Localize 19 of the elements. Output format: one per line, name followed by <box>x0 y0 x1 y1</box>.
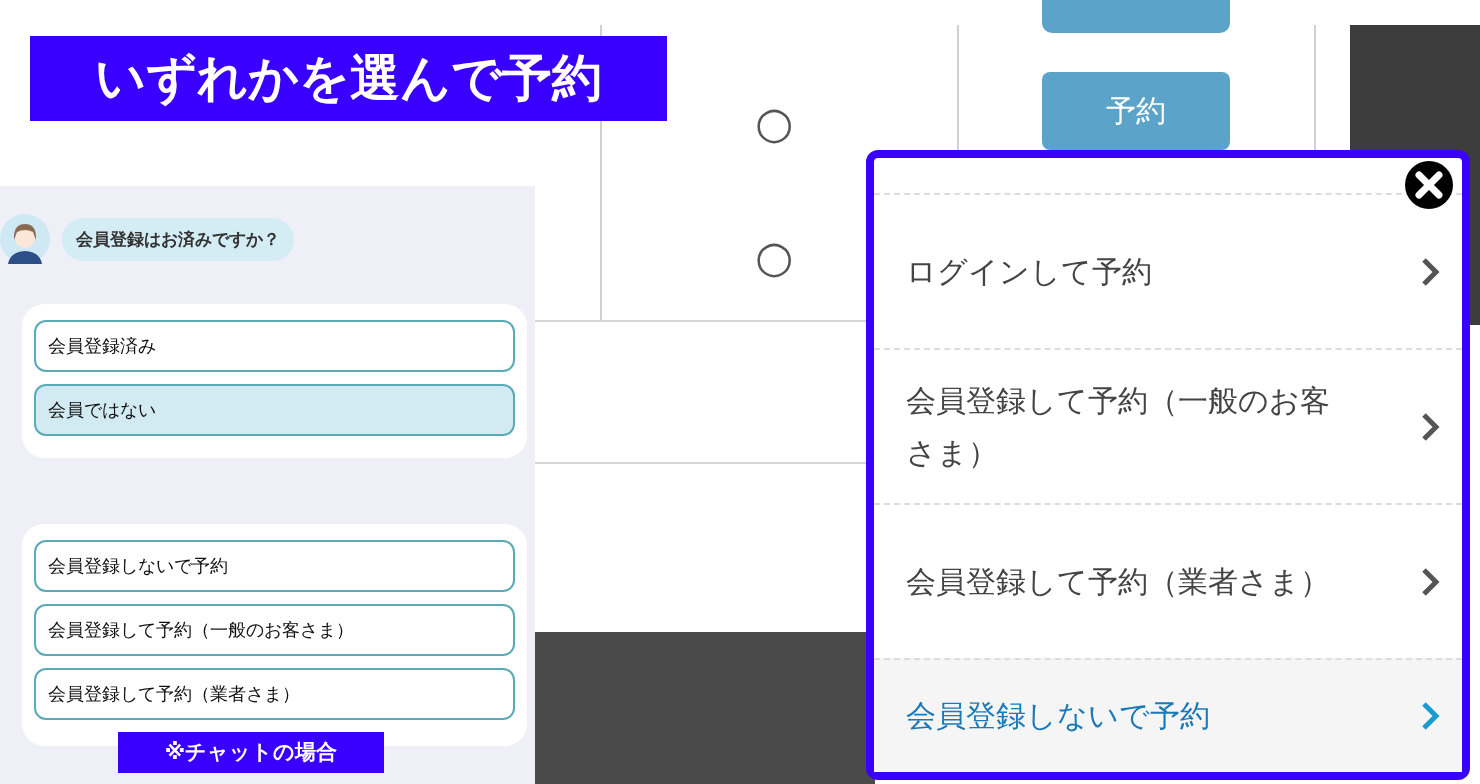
option-button[interactable]: 会員ではない <box>34 384 515 436</box>
caption-label: ※チャットの場合 <box>118 732 384 773</box>
menu-item[interactable]: 会員登録して予約（一般のお客さま） <box>874 348 1462 503</box>
option-button[interactable]: 会員登録して予約（業者さま） <box>34 668 515 720</box>
chevron-icon <box>1420 256 1440 287</box>
menu-item[interactable]: 会員登録しないで予約 <box>874 658 1462 772</box>
option-button[interactable]: 会員登録済み <box>34 320 515 372</box>
availability-mark: ○ <box>755 232 794 282</box>
chat-bubble: 会員登録はお済みですか？ <box>62 217 294 261</box>
chevron-icon <box>1420 566 1440 597</box>
heading-banner: いずれかを選んで予約 <box>30 36 667 121</box>
close-icon[interactable] <box>1404 160 1454 210</box>
avatar-icon <box>0 214 50 264</box>
menu-item[interactable]: ログインして予約 <box>874 193 1462 348</box>
option-button[interactable]: 会員登録して予約（一般のお客さま） <box>34 604 515 656</box>
option-button[interactable]: 会員登録しないで予約 <box>34 540 515 592</box>
chevron-icon <box>1420 411 1440 442</box>
chevron-icon <box>1420 701 1440 731</box>
availability-mark: ○ <box>755 98 794 148</box>
